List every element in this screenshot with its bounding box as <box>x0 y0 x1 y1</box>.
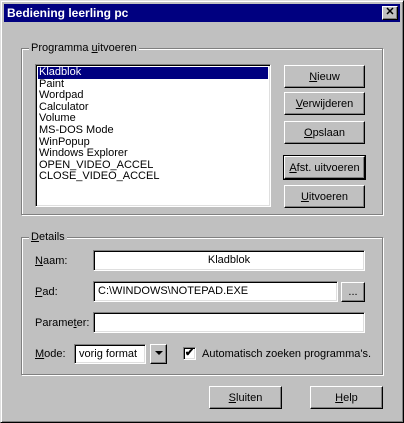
program-list[interactable]: Kladblok Paint Wordpad Calculator Volume MS-D… <box>35 64 271 207</box>
window-title: Bediening leerling pc <box>7 6 129 20</box>
save-button[interactable]: Opslaan <box>284 121 365 144</box>
parameter-label: Parameter: <box>35 317 90 329</box>
name-label: Naam: <box>35 255 68 267</box>
run-separate-button-label: Afst. uitvoeren <box>289 161 360 174</box>
checkmark-icon: ✔ <box>184 347 195 359</box>
save-button-label: Opslaan <box>304 126 345 139</box>
new-button-label: Nieuw <box>309 70 340 83</box>
list-item[interactable]: Kladblok <box>38 66 268 79</box>
auto-search-checkbox[interactable]: ✔ <box>183 347 196 360</box>
new-button[interactable]: Nieuw <box>284 65 365 88</box>
path-label: Pad: <box>35 286 58 298</box>
run-button[interactable]: Uitvoeren <box>284 185 365 208</box>
help-button-label: Help <box>335 391 358 404</box>
close-icon: ✕ <box>385 6 395 18</box>
list-item[interactable]: Windows Explorer <box>38 148 268 160</box>
programs-group-title: Programma uitvoeren <box>29 41 139 55</box>
details-group-title: Details <box>29 230 67 244</box>
close-dialog-button[interactable]: Sluiten <box>209 386 282 409</box>
run-button-label: Uitvoeren <box>300 190 349 203</box>
run-separate-button[interactable]: Afst. uitvoeren <box>283 155 366 180</box>
mode-label: Mode: <box>35 348 66 360</box>
close-dialog-button-label: Sluiten <box>228 391 263 404</box>
help-button[interactable]: Help <box>310 386 383 409</box>
close-button[interactable]: ✕ <box>382 6 398 20</box>
list-item[interactable]: MS-DOS Mode <box>38 124 268 137</box>
auto-search-label: Automatisch zoeken programma's. <box>202 348 372 360</box>
name-field[interactable]: Kladblok <box>93 250 365 271</box>
mode-dropdown-button[interactable] <box>150 344 167 364</box>
list-item[interactable]: CLOSE_VIDEO_ACCEL <box>38 171 268 183</box>
remove-button[interactable]: Verwijderen <box>284 92 365 115</box>
remove-button-label: Verwijderen <box>295 97 354 110</box>
mode-select[interactable]: vorig format <box>74 344 146 364</box>
browse-button[interactable]: ... <box>341 282 365 302</box>
parameter-field[interactable] <box>93 312 365 333</box>
path-field[interactable]: C:\WINDOWS\NOTEPAD.EXE <box>93 281 338 302</box>
dialog-window: Bediening leerling pc ✕ Programma uitvoe… <box>0 0 404 423</box>
title-bar[interactable]: Bediening leerling pc ✕ <box>4 4 400 22</box>
browse-button-label: ... <box>348 286 358 298</box>
